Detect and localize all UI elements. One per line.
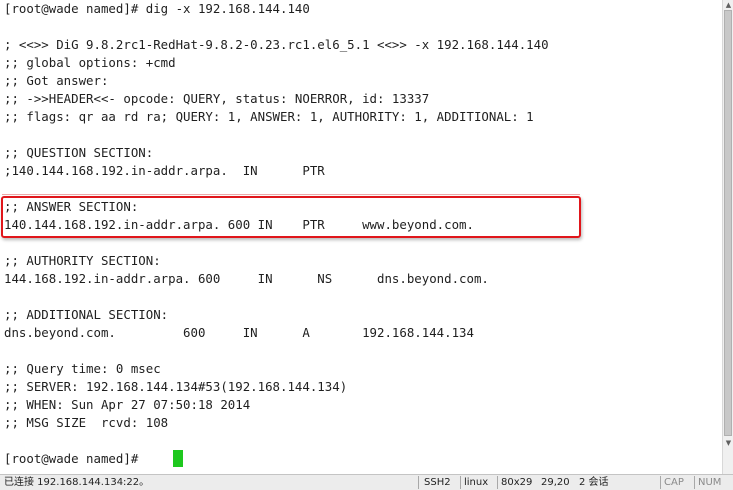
- terminal-line-prompt-command: [root@wade named]# dig -x 192.168.144.14…: [4, 1, 310, 16]
- vertical-scrollbar[interactable]: ▲ ▼: [722, 0, 733, 474]
- terminal-line-header: ;; ->>HEADER<<- opcode: QUERY, status: N…: [4, 91, 430, 106]
- terminal-line-authority-record: 144.168.192.in-addr.arpa. 600 IN NS dns.…: [4, 271, 489, 286]
- terminal-line-flags: ;; flags: qr aa rd ra; QUERY: 1, ANSWER:…: [4, 109, 534, 124]
- status-divider: [497, 476, 498, 489]
- terminal-line-msg-size: ;; MSG SIZE rcvd: 108: [4, 415, 169, 430]
- status-bar: 已连接 192.168.144.134:22。 SSH2 linux 80x29…: [0, 474, 733, 490]
- status-sessions: 2 会话: [579, 477, 609, 488]
- scroll-thumb[interactable]: [724, 10, 732, 436]
- terminal-window[interactable]: [root@wade named]# dig -x 192.168.144.14…: [0, 0, 722, 474]
- status-divider: [694, 476, 695, 489]
- scroll-down-arrow-icon[interactable]: ▼: [724, 438, 733, 448]
- status-position: 29,20: [541, 477, 570, 488]
- status-protocol: SSH2: [424, 477, 451, 488]
- status-divider: [418, 476, 419, 489]
- terminal-line-prompt: [root@wade named]#: [4, 451, 146, 466]
- terminal-line-additional-heading: ;; ADDITIONAL SECTION:: [4, 307, 169, 322]
- status-divider: [460, 476, 461, 489]
- terminal-line-server: ;; SERVER: 192.168.144.134#53(192.168.14…: [4, 379, 348, 394]
- terminal-line-global-options: ;; global options: +cmd: [4, 55, 176, 70]
- status-divider: [660, 476, 661, 489]
- terminal-line-authority-heading: ;; AUTHORITY SECTION:: [4, 253, 161, 268]
- terminal-line-question-record: ;140.144.168.192.in-addr.arpa. IN PTR: [4, 163, 325, 178]
- terminal-line-got-answer: ;; Got answer:: [4, 73, 109, 88]
- terminal-line-query-time: ;; Query time: 0 msec: [4, 361, 161, 376]
- terminal-line-answer-record: 140.144.168.192.in-addr.arpa. 600 IN PTR…: [4, 217, 474, 232]
- status-num: NUM: [698, 477, 722, 488]
- terminal-line-answer-heading: ;; ANSWER SECTION:: [4, 199, 139, 214]
- terminal-line-dig-banner: ; <<>> DiG 9.8.2rc1-RedHat-9.8.2-0.23.rc…: [4, 37, 549, 52]
- terminal-cursor: [173, 450, 183, 467]
- scroll-up-arrow-icon[interactable]: ▲: [724, 0, 733, 10]
- status-size: 80x29: [501, 477, 533, 488]
- terminal-line-additional-record: dns.beyond.com. 600 IN A 192.168.144.134: [4, 325, 474, 340]
- annotation-shadow-line: [2, 194, 580, 195]
- terminal-line-question-heading: ;; QUESTION SECTION:: [4, 145, 154, 160]
- status-connection: 已连接 192.168.144.134:22。: [4, 477, 150, 488]
- status-caps: CAP: [664, 477, 684, 488]
- status-os: linux: [464, 477, 489, 488]
- terminal-line-when: ;; WHEN: Sun Apr 27 07:50:18 2014: [4, 397, 251, 412]
